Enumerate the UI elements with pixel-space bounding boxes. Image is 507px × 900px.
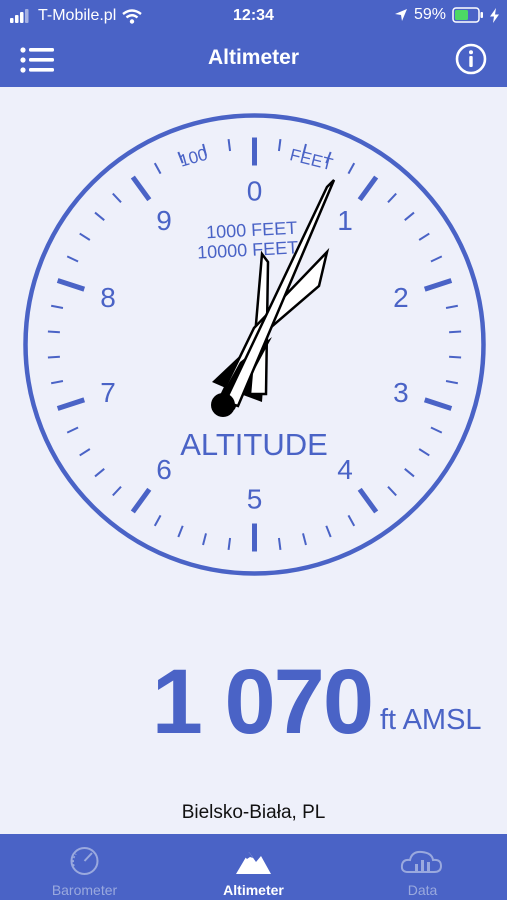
gauge-number-0: 0 [247,176,263,207]
gauge-number-5: 5 [247,484,263,515]
tab-data[interactable]: Data [338,834,507,900]
location-label: Bielsko-Biała, PL [181,802,326,823]
gauge-number-3: 3 [393,377,409,408]
altitude-gauge: 0123456789 100 FEET 1000 FEET 10000 FEET… [23,113,486,576]
location-arrow-icon [394,9,407,21]
gauge-label: ALTITUDE [180,427,328,462]
status-bar: T-Mobile.pl 12:34 59% [0,0,507,32]
tab-label-altimeter: Altimeter [223,882,284,898]
tab-label-barometer: Barometer [51,882,118,898]
tab-label-data: Data [407,882,438,898]
tab-barometer[interactable]: Barometer [0,834,169,900]
gauge-number-7: 7 [100,377,116,408]
needle-hub [211,393,235,417]
altitude-value: 1 070 [151,651,374,753]
gauge-number-4: 4 [337,454,353,485]
tab-bar: Barometer Altimeter Data [0,834,507,900]
gauge-number-1: 1 [337,205,353,236]
battery-icon [452,7,483,23]
page-title: Altimeter [207,46,300,69]
gauge-number-9: 9 [156,205,172,236]
gauge-icon [70,847,99,875]
gauge-number-6: 6 [156,454,172,485]
battery-percent: 59% [413,6,446,23]
gauge-number-2: 2 [393,282,409,313]
minor-tick [449,355,462,359]
altitude-reading: 1 070 ft AMSL [0,652,507,752]
tab-altimeter[interactable]: Altimeter [169,834,338,900]
charging-icon [490,7,499,23]
mountain-icon [236,852,271,874]
gauge-number-8: 8 [100,282,116,313]
app-header: Altimeter [0,32,507,87]
minor-tick [449,330,462,334]
minor-tick [47,355,60,359]
info-icon[interactable] [455,43,487,75]
cloud-chart-icon [400,850,443,873]
altitude-unit: ft AMSL [380,704,482,736]
minor-tick [47,330,60,334]
